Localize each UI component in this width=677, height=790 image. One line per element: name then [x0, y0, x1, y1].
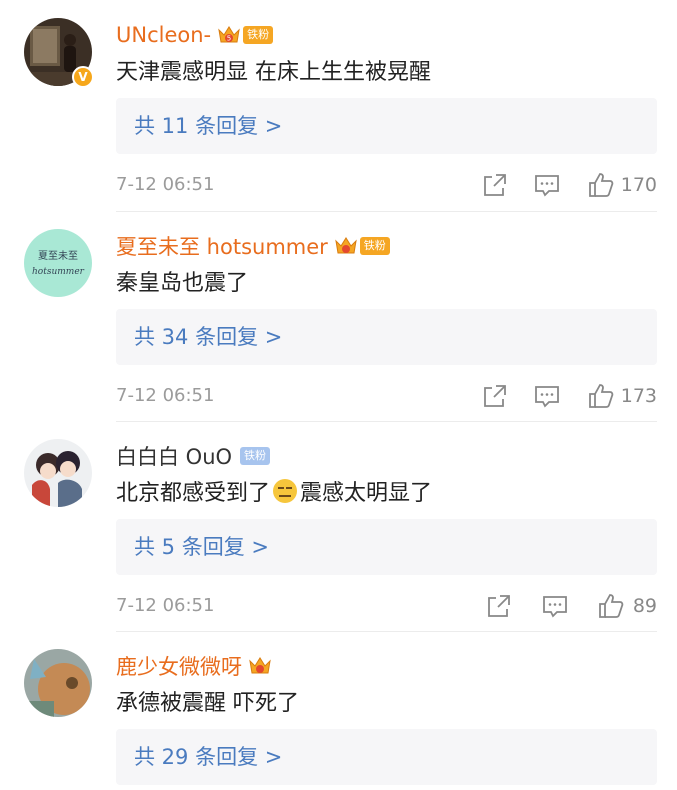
comment-footer: 7-12 06:51 170 [116, 170, 657, 200]
username[interactable]: 夏至未至 hotsummer [116, 231, 328, 261]
like-count: 89 [632, 595, 657, 617]
view-replies-button[interactable]: 共 34 条回复 > [116, 309, 657, 365]
comment-text: 承德被震醒 吓死了 [116, 691, 299, 716]
comment-item: 夏至未至 hotsummer 夏至未至 hotsummer 铁粉 秦皇岛也震了 … [0, 211, 677, 422]
comment-item: 白白白 OuO 铁粉 北京都感受到了 震感太明显了 共 5 条回复 > 7-12… [0, 421, 677, 632]
avatar-text: 夏至未至 [38, 250, 78, 262]
crown-icon: 5 [218, 26, 240, 43]
comment-icon[interactable] [532, 170, 562, 200]
timestamp: 7-12 06:51 [116, 385, 215, 406]
comment-header: 夏至未至 hotsummer 铁粉 [116, 231, 390, 261]
fan-badge: 铁粉 [243, 26, 274, 44]
comment-text-part: 震感太明显了 [300, 481, 433, 506]
fan-badge: 铁粉 [240, 447, 271, 465]
like-icon[interactable] [596, 591, 626, 621]
comment-text: 北京都感受到了 震感太明显了 [116, 475, 432, 507]
share-icon[interactable] [480, 381, 510, 411]
crown-icon [249, 657, 271, 674]
view-replies-button[interactable]: 共 11 条回复 > [116, 98, 657, 154]
comment-text-part: 北京都感受到了 [116, 481, 271, 506]
like-count: 173 [620, 385, 657, 407]
timestamp: 7-12 06:51 [116, 595, 215, 616]
share-icon[interactable] [480, 170, 510, 200]
verified-v-icon: V [72, 66, 94, 88]
avatar[interactable] [24, 439, 92, 507]
comment-text: 天津震感明显 在床上生生被晃醒 [116, 60, 431, 85]
fan-badge: 铁粉 [359, 237, 390, 255]
comment-item: V UNcleon- 5 铁粉 天津震感明显 在床上生生被晃醒 共 11 条回复… [0, 0, 677, 212]
comment-header: 白白白 OuO 铁粉 [116, 441, 271, 471]
comment-icon[interactable] [540, 591, 570, 621]
avatar[interactable] [24, 649, 92, 717]
comment-header: 鹿少女微微呀 [116, 651, 272, 681]
like-icon[interactable] [586, 381, 616, 411]
comment-item: 鹿少女微微呀 承德被震醒 吓死了 共 29 条回复 > [0, 631, 677, 790]
view-replies-button[interactable]: 共 5 条回复 > [116, 519, 657, 575]
like-icon[interactable] [586, 170, 616, 200]
crown-level: 5 [227, 35, 231, 43]
comment-icon[interactable] [532, 381, 562, 411]
view-replies-button[interactable]: 共 29 条回复 > [116, 729, 657, 785]
username[interactable]: 白白白 OuO [116, 441, 232, 471]
avatar-text: hotsummer [32, 267, 85, 277]
comment-footer: 7-12 06:51 89 [116, 591, 657, 621]
expressionless-face-icon [273, 479, 298, 503]
crown-icon [335, 237, 357, 254]
like-count: 170 [620, 174, 657, 196]
username[interactable]: 鹿少女微微呀 [116, 651, 242, 681]
timestamp: 7-12 06:51 [116, 174, 215, 195]
avatar[interactable]: 夏至未至 hotsummer [24, 229, 92, 297]
comment-text: 秦皇岛也震了 [116, 271, 249, 296]
comment-footer: 7-12 06:51 173 [116, 381, 657, 411]
comment-header: UNcleon- 5 铁粉 [116, 20, 274, 50]
username[interactable]: UNcleon- [116, 23, 211, 47]
share-icon[interactable] [484, 591, 514, 621]
